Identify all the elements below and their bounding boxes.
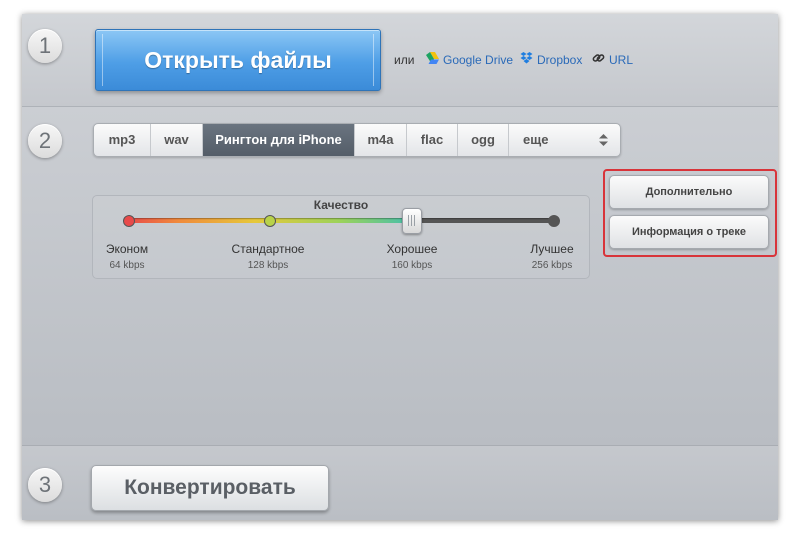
up-down-arrows-icon [599,124,608,148]
convert-button[interactable]: Конвертировать [91,465,329,511]
quality-level-bitrate: 128 kbps [247,260,289,271]
more-formats-select[interactable]: еще [509,124,620,156]
quality-level-name: Лучшее [530,242,574,256]
quality-stop-best[interactable] [548,215,560,227]
google-drive-link[interactable]: Google Drive [426,52,513,67]
track-info-button[interactable]: Информация о треке [609,215,769,249]
quality-level-bitrate: 160 kbps [391,260,433,271]
step-1-section: 1 Открыть файлы или Google Drive Dropbox… [22,14,778,107]
url-link[interactable]: URL [592,52,633,67]
step-2-badge: 2 [28,124,62,158]
highlight-frame: Дополнительно Информация о треке [603,169,777,257]
quality-level-bitrate: 256 kbps [531,260,573,271]
converter-panel: 1 Открыть файлы или Google Drive Dropbox… [22,14,778,520]
advanced-button[interactable]: Дополнительно [609,175,769,209]
quality-slider-panel: Качество Эконом 64 kbps Стандартное 128 … [92,195,590,279]
tab-m4a[interactable]: m4a [355,124,407,156]
quality-level-good: Хорошее 160 kbps [352,242,472,271]
quality-slider-track[interactable] [127,218,553,223]
tab-flac[interactable]: flac [407,124,458,156]
step-3-section: 3 Конвертировать [22,446,778,520]
format-tabs: mp3 wav Рингтон для iPhone m4a flac ogg … [93,123,621,157]
open-files-button[interactable]: Открыть файлы [95,29,381,91]
google-drive-label: Google Drive [443,52,514,67]
dropbox-icon [520,52,533,67]
quality-slider-handle[interactable] [402,208,422,234]
quality-stop-standard[interactable] [264,215,276,227]
google-drive-icon [426,52,439,67]
quality-title: Качество [313,198,369,212]
url-label: URL [609,52,634,67]
dropbox-link[interactable]: Dropbox [520,52,582,67]
quality-level-name: Стандартное [231,242,305,256]
or-label: или [394,53,415,67]
step-3-badge: 3 [28,468,62,502]
quality-level-standard: Стандартное 128 kbps [208,242,328,271]
quality-level-best: Лучшее 256 kbps [492,242,612,271]
quality-level-name: Хорошее [386,242,438,256]
dropbox-label: Dropbox [537,52,583,67]
step-2-section: 2 mp3 wav Рингтон для iPhone m4a flac og… [22,107,778,446]
tab-mp3[interactable]: mp3 [94,124,151,156]
quality-level-economy: Эконом 64 kbps [67,242,187,271]
tab-ogg[interactable]: ogg [458,124,509,156]
quality-level-bitrate: 64 kbps [109,260,145,271]
tab-wav[interactable]: wav [151,124,203,156]
more-formats-label: еще [523,132,549,147]
tab-iphone-ringtone[interactable]: Рингтон для iPhone [203,124,355,156]
step-1-badge: 1 [28,29,62,63]
quality-level-name: Эконом [105,242,149,256]
link-icon [592,52,605,67]
quality-stop-economy[interactable] [123,215,135,227]
